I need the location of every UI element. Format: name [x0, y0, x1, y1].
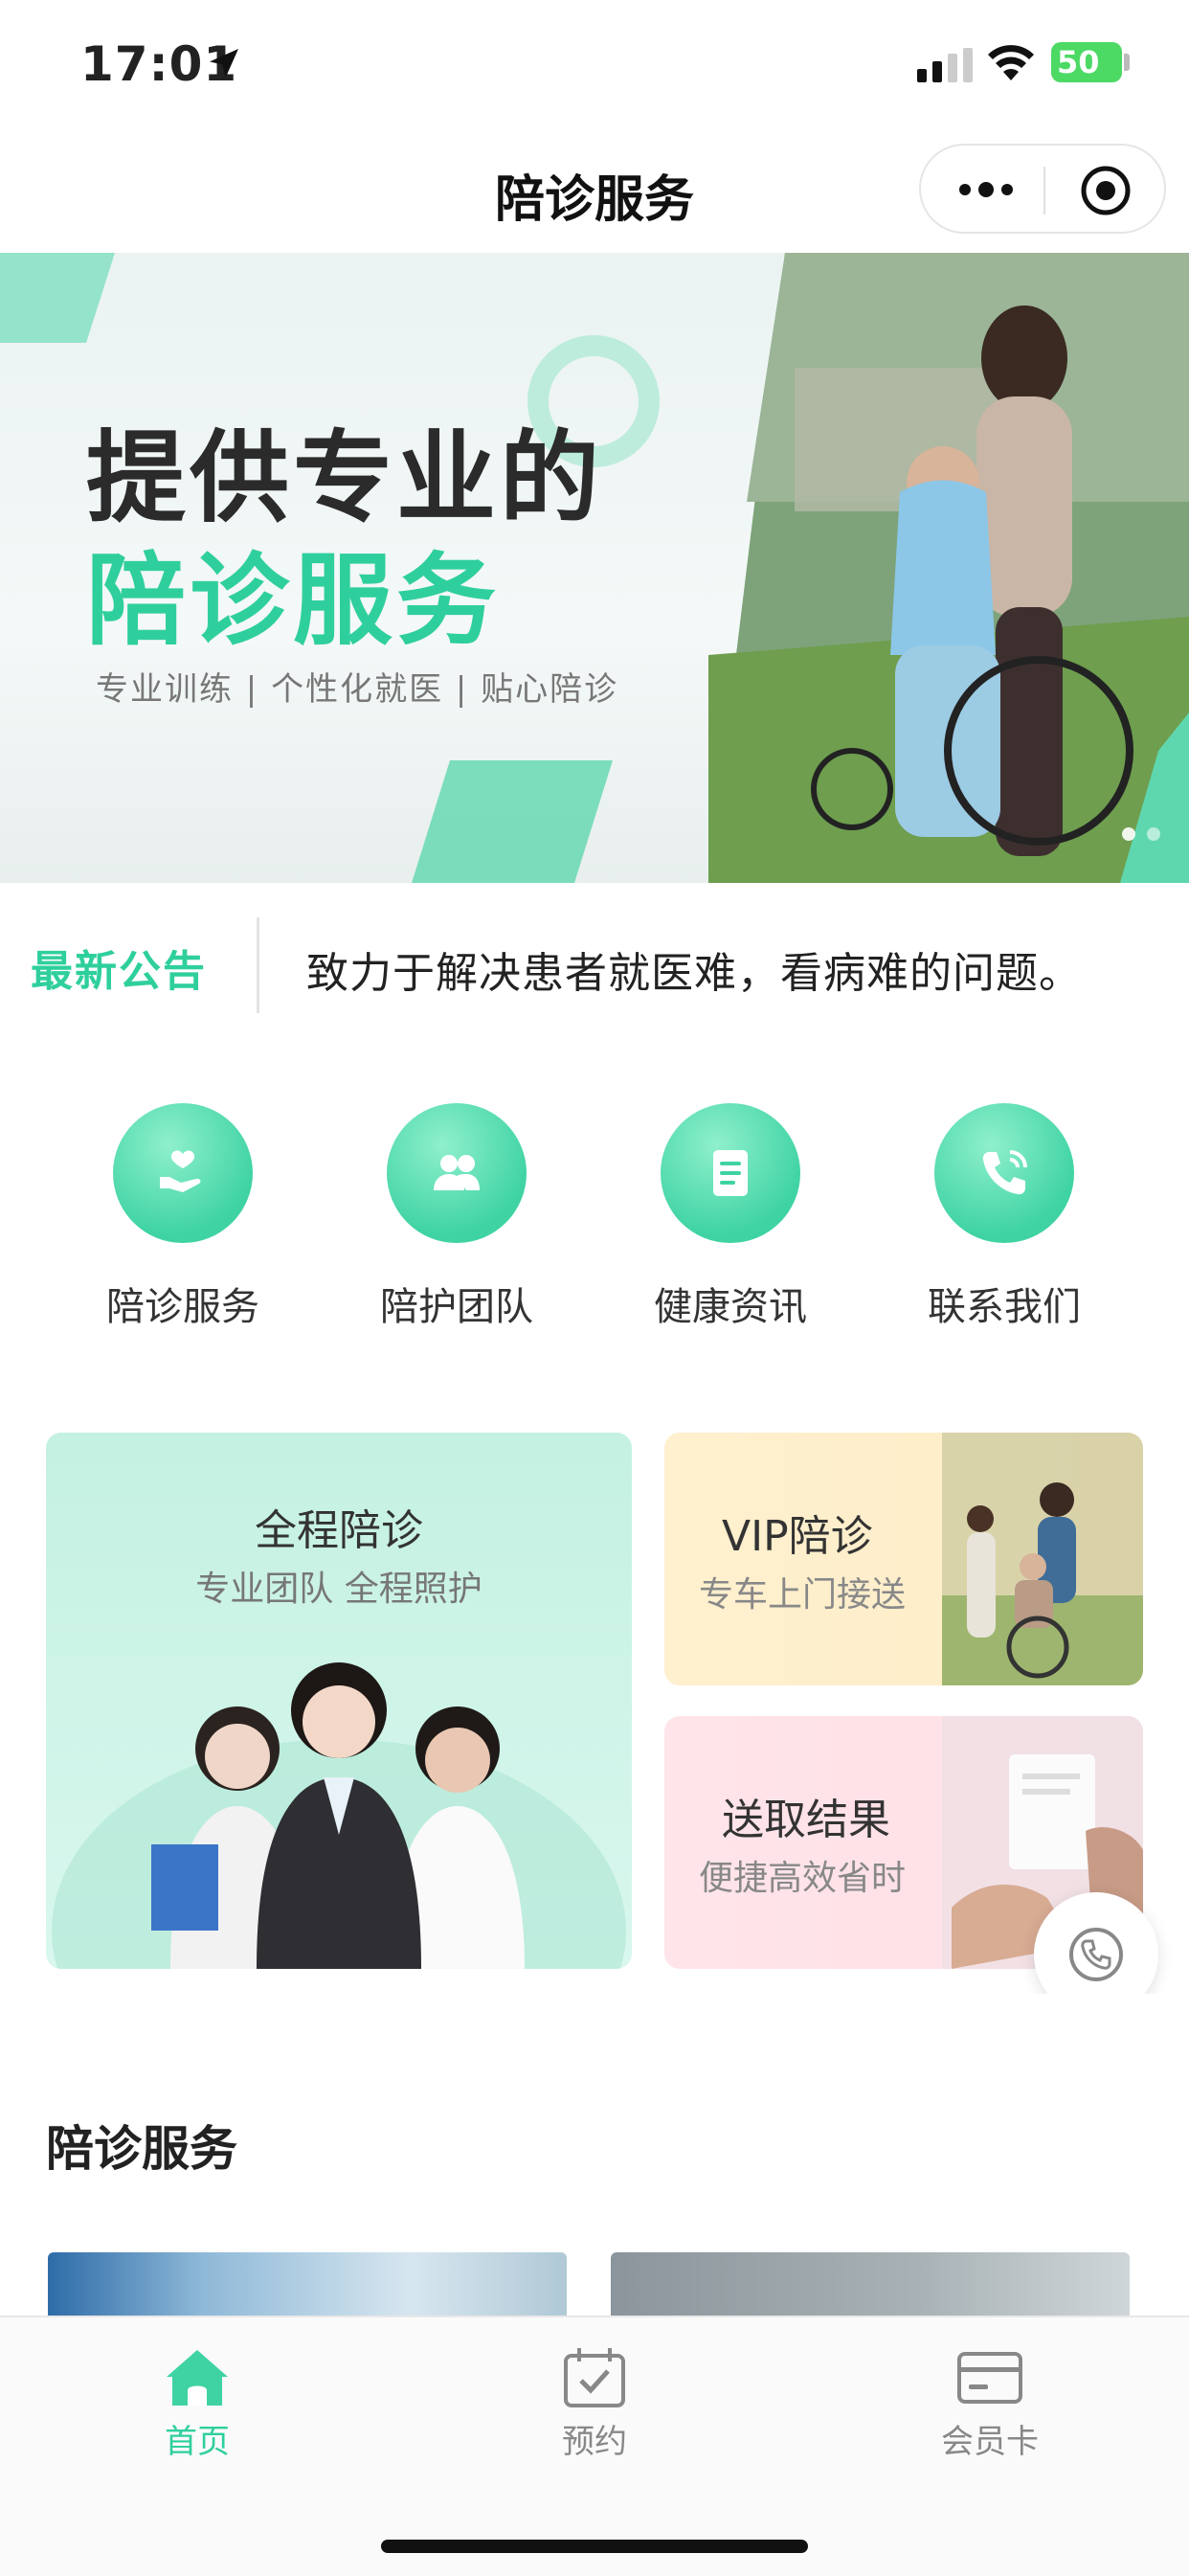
service-cards: 全程陪诊 专业团队 全程照护 VIP陪诊 专车上门接送 送取结果 便捷高效省时 [0, 1362, 1189, 1994]
card-subtitle: 专业团队 全程照护 [195, 1570, 482, 1609]
calendar-check-icon [564, 2348, 625, 2407]
quick-link-health-news[interactable]: 健康资讯 [620, 1103, 841, 1331]
service-thumbnail[interactable] [48, 2252, 567, 2319]
notice-divider [257, 917, 259, 1013]
carousel-dots[interactable] [1110, 826, 1160, 845]
card-subtitle: 专车上门接送 [699, 1575, 907, 1615]
escort-service-section: 陪诊服务 [0, 1994, 1189, 2319]
banner-subline: 专业训练 | 个性化就医 | 贴心陪诊 [96, 670, 619, 709]
notice-text[interactable]: 致力于解决患者就医难，看病难的问题。 [306, 938, 1082, 1000]
quick-link-label: 联系我们 [928, 1285, 1081, 1329]
banner-photo-wheelchair [708, 253, 1189, 883]
quick-link-label: 陪诊服务 [106, 1285, 259, 1329]
tab-label: 预约 [562, 2423, 627, 2461]
card-vip-escort[interactable]: VIP陪诊 专车上门接送 [664, 1433, 1143, 1685]
quick-link-label: 健康资讯 [654, 1285, 807, 1329]
notice-label: 最新公告 [31, 947, 207, 996]
tab-member-card[interactable]: 会员卡 [894, 2346, 1086, 2462]
quick-link-label: 陪护团队 [380, 1285, 533, 1329]
document-icon [713, 1150, 748, 1196]
tab-label: 首页 [165, 2423, 230, 2461]
section-title: 陪诊服务 [46, 2121, 237, 2177]
phone-icon [982, 1150, 1027, 1195]
tab-label: 会员卡 [941, 2423, 1039, 2461]
location-arrow-icon [210, 49, 238, 78]
more-dots-icon[interactable] [955, 172, 1017, 207]
banner-headline-2: 陪诊服务 [86, 542, 501, 659]
battery-level: 50 [1057, 44, 1100, 80]
service-thumbnail[interactable] [611, 2252, 1130, 2319]
capsule-divider [1043, 167, 1045, 215]
battery-tip [1124, 54, 1130, 71]
card-title: 全程陪诊 [255, 1506, 423, 1555]
cellular-signal-icon [917, 48, 973, 82]
quick-link-escort-service[interactable]: 陪诊服务 [73, 1103, 293, 1331]
home-icon [167, 2350, 228, 2406]
card-title: 送取结果 [722, 1796, 890, 1844]
phone-circle-icon [1069, 1928, 1123, 1981]
tab-bar: 首页 预约 会员卡 [0, 2316, 1189, 2576]
quick-link-circle [113, 1103, 253, 1243]
quick-link-circle [661, 1103, 800, 1243]
nav-bar: 陪诊服务 [0, 124, 1189, 253]
quick-link-circle [934, 1103, 1074, 1243]
quick-link-contact-us[interactable]: 联系我们 [894, 1103, 1114, 1331]
close-target-icon[interactable] [1080, 165, 1132, 216]
wifi-icon [988, 45, 1034, 80]
battery-indicator: 50 [1051, 42, 1122, 82]
quick-links: 陪诊服务 陪护团队 健康资讯 联系我们 [0, 1046, 1189, 1362]
card-title: VIP陪诊 [722, 1512, 873, 1561]
notice-bar[interactable]: 最新公告 致力于解决患者就医难，看病难的问题。 [0, 883, 1189, 1046]
quick-link-circle [387, 1103, 527, 1243]
status-bar: 17:01 50 [0, 0, 1189, 124]
hero-banner[interactable]: 提供专业的 陪诊服务 专业训练 | 个性化就医 | 贴心陪诊 [0, 253, 1189, 883]
card-icon [957, 2352, 1022, 2404]
team-icon [434, 1155, 480, 1190]
card-full-escort[interactable]: 全程陪诊 专业团队 全程照护 [46, 1433, 632, 1969]
tab-home[interactable]: 首页 [101, 2346, 293, 2462]
home-indicator [381, 2540, 808, 2553]
quick-link-care-team[interactable]: 陪护团队 [347, 1103, 567, 1331]
mini-program-capsule [919, 144, 1166, 234]
card-subtitle: 便捷高效省时 [699, 1859, 907, 1898]
card-vip-photo [942, 1433, 1143, 1685]
hand-heart-icon [160, 1150, 201, 1192]
carousel-dot-active[interactable] [1122, 827, 1135, 841]
tab-appointment[interactable]: 预约 [499, 2346, 690, 2462]
carousel-dot[interactable] [1147, 827, 1160, 841]
